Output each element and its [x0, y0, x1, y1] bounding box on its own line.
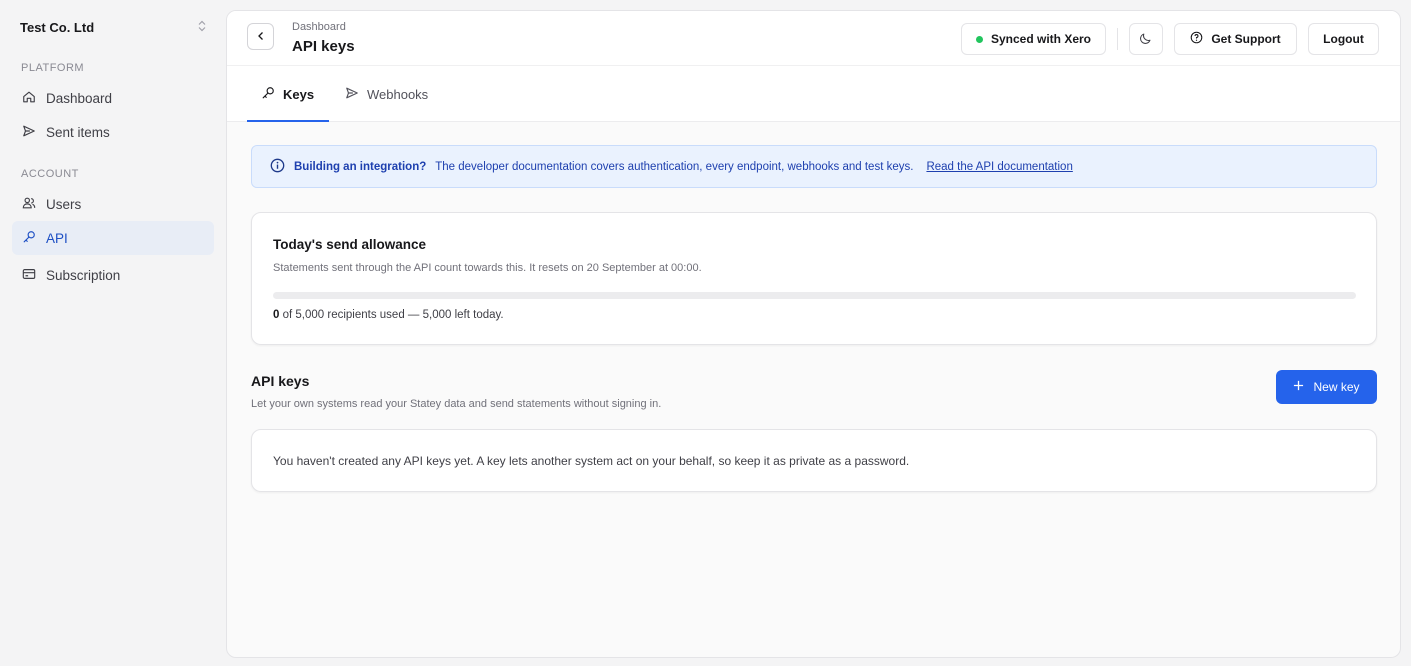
- new-key-button[interactable]: New key: [1276, 370, 1377, 404]
- api-keys-heading: API keys: [251, 373, 310, 389]
- main-panel: Dashboard API keys Synced with Xero Get …: [226, 10, 1401, 658]
- sync-status-label: Synced with Xero: [990, 32, 1092, 46]
- new-key-label: New key: [1313, 380, 1360, 394]
- send-icon: [345, 86, 359, 103]
- help-circle-icon: [1190, 31, 1203, 47]
- allowance-usage: 0 of 5,000 recipients used — 5,000 left …: [273, 309, 504, 321]
- allowance-title: Today's send allowance: [273, 237, 427, 252]
- logout-label: Logout: [1323, 32, 1364, 46]
- sidebar: Test Co. Ltd PLATFORM Dashboard Sent ite…: [0, 0, 226, 666]
- api-docs-link[interactable]: Read the API documentation: [926, 161, 1072, 173]
- active-tab-indicator: [247, 120, 329, 122]
- page-title: API keys: [292, 38, 355, 55]
- home-icon: [22, 90, 36, 107]
- allowance-progress-bar: [273, 292, 1356, 299]
- send-allowance-card: Today's send allowance Statements sent t…: [251, 212, 1377, 345]
- logout-button[interactable]: Logout: [1308, 23, 1379, 55]
- org-switcher[interactable]: Test Co. Ltd: [20, 20, 206, 35]
- credit-card-icon: [22, 267, 36, 284]
- sidebar-item-users[interactable]: Users: [12, 187, 214, 221]
- sidebar-item-label: Sent items: [46, 124, 110, 140]
- moon-icon: [1139, 31, 1153, 48]
- sidebar-item-dashboard[interactable]: Dashboard: [12, 81, 214, 115]
- tab-webhooks[interactable]: Webhooks: [331, 66, 442, 122]
- sidebar-item-label: Users: [46, 196, 82, 212]
- key-icon: [22, 230, 36, 247]
- sidebar-item-label: Dashboard: [46, 90, 113, 106]
- chevron-left-icon: [256, 29, 266, 44]
- allowance-used-count: 0: [273, 309, 280, 321]
- plus-icon: [1293, 380, 1304, 394]
- get-support-label: Get Support: [1211, 32, 1281, 46]
- tabs-bar: Keys Webhooks: [227, 66, 1400, 122]
- top-bar: Dashboard API keys Synced with Xero Get …: [227, 11, 1400, 66]
- allowance-usage-text: of 5,000 recipients used — 5,000 left to…: [282, 309, 504, 321]
- sidebar-item-label: Subscription: [46, 267, 121, 283]
- sync-status-dot: [975, 35, 983, 43]
- sidebar-item-subscription[interactable]: Subscription: [12, 258, 214, 292]
- get-support-button[interactable]: Get Support: [1174, 23, 1297, 55]
- sidebar-item-api[interactable]: API: [12, 221, 214, 255]
- info-banner-heading: Building an integration?: [294, 160, 427, 173]
- chevron-up-down-icon: [198, 20, 206, 35]
- users-icon: [22, 196, 36, 213]
- send-icon: [22, 124, 36, 141]
- org-name: Test Co. Ltd: [20, 20, 95, 35]
- info-banner: Building an integration? The developer d…: [251, 145, 1377, 188]
- empty-state-text: You haven't created any API keys yet. A …: [273, 454, 910, 468]
- back-button[interactable]: [247, 23, 274, 50]
- sync-status-button[interactable]: Synced with Xero: [961, 23, 1106, 55]
- allowance-description: Statements sent through the API count to…: [273, 262, 702, 274]
- tab-keys[interactable]: Keys: [247, 66, 328, 122]
- section-label-account: ACCOUNT: [21, 168, 79, 180]
- theme-toggle-button[interactable]: [1129, 23, 1163, 55]
- info-icon: [270, 158, 285, 176]
- sidebar-item-label: API: [46, 230, 68, 246]
- api-keys-empty-state: You haven't created any API keys yet. A …: [251, 429, 1377, 492]
- tab-label: Keys: [283, 86, 315, 102]
- breadcrumb[interactable]: Dashboard: [292, 21, 346, 33]
- key-icon: [261, 86, 275, 103]
- info-banner-text: The developer documentation covers authe…: [435, 160, 914, 173]
- sidebar-item-sent-items[interactable]: Sent items: [12, 115, 214, 149]
- api-keys-description: Let your own systems read your Statey da…: [251, 398, 662, 410]
- section-label-platform: PLATFORM: [21, 62, 85, 74]
- divider: [1117, 28, 1118, 50]
- tab-label: Webhooks: [367, 86, 429, 102]
